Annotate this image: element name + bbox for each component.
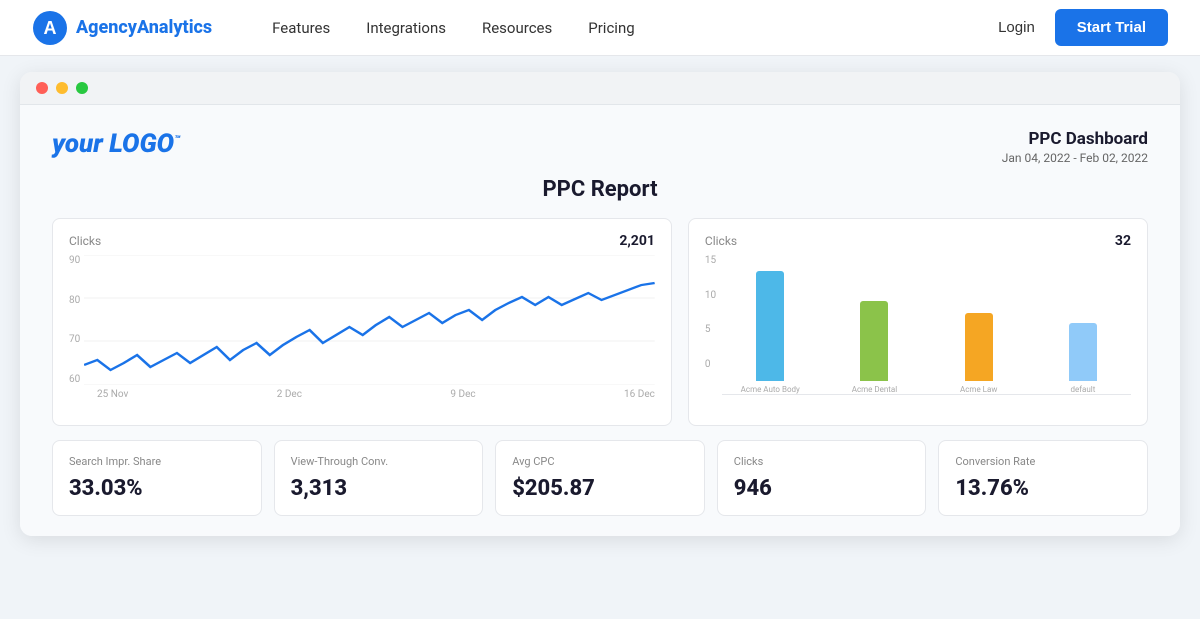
stat-search-impr-label: Search Impr. Share xyxy=(69,455,245,468)
x-label-9dec: 9 Dec xyxy=(450,389,475,400)
stat-view-through: View-Through Conv. 3,313 xyxy=(274,440,484,516)
line-chart-header: Clicks 2,201 xyxy=(69,233,655,249)
logo-icon: A xyxy=(32,10,68,46)
stat-clicks-value: 946 xyxy=(734,476,910,501)
start-trial-button[interactable]: Start Trial xyxy=(1055,9,1168,46)
stat-avg-cpc-label: Avg CPC xyxy=(512,455,688,468)
nav-links: Features Integrations Resources Pricing xyxy=(272,19,958,37)
stat-avg-cpc-value: $205.87 xyxy=(512,476,688,501)
stat-search-impr: Search Impr. Share 33.03% xyxy=(52,440,262,516)
line-chart-card: Clicks 2,201 90 80 70 60 xyxy=(52,218,672,426)
nav-actions: Login Start Trial xyxy=(998,9,1168,46)
y-label-80: 80 xyxy=(69,295,80,306)
stat-conversion-rate: Conversion Rate 13.76% xyxy=(938,440,1148,516)
y-label-90: 90 xyxy=(69,255,80,266)
bar-chart-header: Clicks 32 xyxy=(705,233,1131,249)
line-chart-wrap: 90 80 70 60 xyxy=(69,255,655,415)
stat-search-impr-value: 33.03% xyxy=(69,476,245,501)
dash-title-block: PPC Dashboard Jan 04, 2022 - Feb 02, 202… xyxy=(1002,129,1148,165)
date-range: Jan 04, 2022 - Feb 02, 2022 xyxy=(1002,151,1148,165)
stat-conversion-rate-value: 13.76% xyxy=(955,476,1131,501)
bar-y-15: 15 xyxy=(705,255,716,266)
browser-window: your LOGO™ PPC Dashboard Jan 04, 2022 - … xyxy=(20,72,1180,536)
login-button[interactable]: Login xyxy=(998,19,1035,36)
maximize-dot xyxy=(76,82,88,94)
nav-features[interactable]: Features xyxy=(272,19,330,37)
nav-resources[interactable]: Resources xyxy=(482,19,552,37)
bar-y-10: 10 xyxy=(705,290,716,301)
stats-row: Search Impr. Share 33.03% View-Through C… xyxy=(52,440,1148,516)
stat-view-through-value: 3,313 xyxy=(291,476,467,501)
dashboard: your LOGO™ PPC Dashboard Jan 04, 2022 - … xyxy=(20,105,1180,536)
main-nav: A AgencyAnalytics Features Integrations … xyxy=(0,0,1200,56)
stat-view-through-label: View-Through Conv. xyxy=(291,455,467,468)
browser-chrome xyxy=(20,72,1180,105)
x-label-25nov: 25 Nov xyxy=(97,389,128,400)
close-dot xyxy=(36,82,48,94)
nav-pricing[interactable]: Pricing xyxy=(588,19,634,37)
bar-y-0: 0 xyxy=(705,359,716,370)
bar-chart-value: 32 xyxy=(1115,233,1131,249)
line-chart-svg xyxy=(84,255,655,385)
minimize-dot xyxy=(56,82,68,94)
bar-y-5: 5 xyxy=(705,324,716,335)
line-chart-value: 2,201 xyxy=(619,233,655,249)
logo-text: AgencyAnalytics xyxy=(76,17,212,38)
dash-header: your LOGO™ PPC Dashboard Jan 04, 2022 - … xyxy=(52,129,1148,165)
bar-acme-dental: Acme Dental xyxy=(826,301,922,394)
bar-chart-card: Clicks 32 15 10 5 0 Acme Au xyxy=(688,218,1148,426)
y-label-70: 70 xyxy=(69,334,80,345)
nav-integrations[interactable]: Integrations xyxy=(366,19,446,37)
svg-text:A: A xyxy=(44,18,57,38)
line-chart-label: Clicks xyxy=(69,234,101,248)
ppc-dashboard-title: PPC Dashboard xyxy=(1002,129,1148,149)
stat-conversion-rate-label: Conversion Rate xyxy=(955,455,1131,468)
bar-chart-label: Clicks xyxy=(705,234,737,248)
x-label-2dec: 2 Dec xyxy=(277,389,302,400)
stat-avg-cpc: Avg CPC $205.87 xyxy=(495,440,705,516)
line-chart-path xyxy=(84,283,655,370)
x-label-16dec: 16 Dec xyxy=(624,389,655,400)
stat-clicks-label: Clicks xyxy=(734,455,910,468)
bar-acme-law: Acme Law xyxy=(931,313,1027,394)
logo: A AgencyAnalytics xyxy=(32,10,212,46)
charts-row: Clicks 2,201 90 80 70 60 xyxy=(52,218,1148,426)
bar-default: default xyxy=(1035,323,1131,394)
client-logo: your LOGO™ xyxy=(52,129,180,159)
stat-clicks: Clicks 946 xyxy=(717,440,927,516)
bar-acme-auto: Acme Auto Body xyxy=(722,271,818,394)
y-label-60: 60 xyxy=(69,374,80,385)
report-title: PPC Report xyxy=(52,177,1148,202)
